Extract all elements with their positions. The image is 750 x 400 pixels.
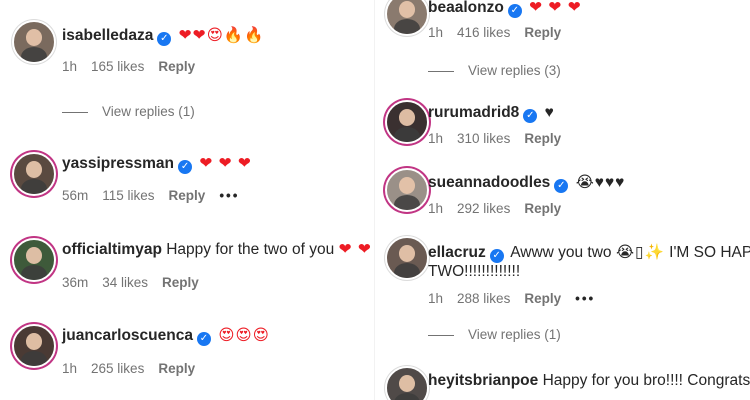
like-count[interactable]: 310 likes (457, 131, 510, 146)
emoji-text: 😭▯✨ (615, 244, 665, 261)
reply-button[interactable]: Reply (524, 25, 561, 40)
avatar[interactable] (12, 20, 56, 64)
reply-button[interactable]: Reply (169, 188, 206, 203)
comment-meta: 1h 310 likes Reply (428, 130, 575, 148)
avatar[interactable] (385, 236, 429, 280)
username[interactable]: officialtimyap (62, 241, 162, 258)
view-replies-label: View replies (3) (468, 63, 561, 78)
comment-line: ellacruz✓ Awww you two 😭▯✨ I'M SO HAPPY … (428, 243, 750, 263)
comment-meta: 56m 115 likes Reply ••• (62, 187, 254, 205)
comment-line: juancarloscuenca ✓ 😍😍😍 (62, 326, 270, 346)
comment-line: rurumadrid8 ✓ ♥ (428, 103, 555, 123)
comment-meta: 1h 165 likes Reply (62, 58, 209, 76)
verified-badge-icon: ✓ (523, 109, 538, 123)
replies-dash-icon (62, 111, 88, 113)
reply-button[interactable]: Reply (524, 201, 561, 216)
comment-line: yassipressman ✓ ❤ ❤ ❤ (62, 154, 252, 174)
timestamp: 1h (428, 291, 444, 306)
like-count[interactable]: 416 likes (457, 25, 510, 40)
comment-line: heyitsbrianpoe Happy for you bro!!!! Con… (428, 371, 750, 391)
comments-column-left: isabelledaza ✓ ❤❤😍🔥🔥 1h 165 likes Reply Vie… (0, 0, 375, 400)
more-options-icon[interactable]: ••• (575, 291, 595, 306)
emoji-text: ❤ ❤ ❤ (338, 241, 375, 258)
comment-line-continued: TWO!!!!!!!!!!!!! (428, 262, 520, 282)
username[interactable]: rurumadrid8 (428, 104, 519, 121)
view-replies-button[interactable]: View replies (3) (428, 62, 561, 80)
reply-button[interactable]: Reply (162, 275, 199, 290)
verified-badge-icon: ✓ (489, 249, 504, 263)
view-replies-label: View replies (1) (468, 327, 561, 342)
username[interactable]: juancarloscuenca (62, 327, 193, 344)
verified-badge-icon: ✓ (507, 4, 522, 18)
verified-badge-icon: ✓ (157, 32, 172, 46)
view-replies-label: View replies (1) (102, 104, 195, 119)
timestamp: 1h (428, 131, 444, 146)
verified-badge-icon: ✓ (196, 332, 211, 346)
reply-button[interactable]: Reply (524, 291, 561, 306)
avatar[interactable] (385, 100, 429, 144)
comment-meta: 1h 416 likes Reply (428, 24, 575, 42)
comment-meta: 1h 288 likes Reply ••• (428, 290, 609, 308)
comment-line: isabelledaza ✓ ❤❤😍🔥🔥 (62, 26, 264, 46)
comment-text: I'M SO HAPPY FOR YOU (669, 244, 750, 261)
comment-text: Awww you two (510, 244, 612, 261)
timestamp: 56m (62, 188, 89, 203)
avatar[interactable] (12, 238, 56, 282)
emoji-text: ❤ ❤ ❤ (199, 155, 252, 172)
username[interactable]: yassipressman (62, 155, 174, 172)
emoji-text: ♥ (544, 104, 555, 121)
verified-badge-icon: ✓ (554, 179, 569, 193)
emoji-text: ❤❤😍🔥🔥 (178, 27, 265, 44)
emoji-text: ❤ ❤ ❤ (529, 0, 582, 16)
timestamp: 1h (428, 201, 444, 216)
comment-meta: 1h 265 likes Reply (62, 360, 209, 378)
view-replies-button[interactable]: View replies (1) (62, 103, 195, 121)
timestamp: 36m (62, 275, 89, 290)
username[interactable]: isabelledaza (62, 27, 153, 44)
emoji-text: 😭♥♥♥ (575, 174, 626, 191)
username[interactable]: sueannadoodles (428, 174, 550, 191)
verified-badge-icon: ✓ (178, 160, 193, 174)
comment-line: beaalonzo ✓ ❤ ❤ ❤ (428, 0, 582, 18)
comment-meta: 1h 292 likes Reply (428, 200, 575, 218)
comment-text: Happy for you bro!!!! Congrats!!!! (542, 372, 750, 389)
comment-line: sueannadoodles ✓ 😭♥♥♥ (428, 173, 625, 193)
avatar[interactable] (12, 152, 56, 196)
reply-button[interactable]: Reply (524, 131, 561, 146)
like-count[interactable]: 288 likes (457, 291, 510, 306)
username[interactable]: beaalonzo (428, 0, 504, 16)
comment-meta: 36m 34 likes Reply (62, 274, 213, 292)
like-count[interactable]: 292 likes (457, 201, 510, 216)
reply-button[interactable]: Reply (158, 361, 195, 376)
comment-line: officialtimyap Happy for the two of you … (62, 240, 375, 260)
like-count[interactable]: 265 likes (91, 361, 144, 376)
avatar[interactable] (385, 0, 429, 36)
like-count[interactable]: 34 likes (102, 275, 148, 290)
view-replies-button[interactable]: View replies (1) (428, 326, 561, 344)
avatar[interactable] (385, 168, 429, 212)
replies-dash-icon (428, 334, 454, 336)
comment-text: TWO!!!!!!!!!!!!! (428, 263, 521, 280)
avatar[interactable] (385, 366, 429, 400)
avatar[interactable] (12, 324, 56, 368)
timestamp: 1h (62, 361, 78, 376)
comments-column-right: beaalonzo ✓ ❤ ❤ ❤ 1h 416 likes Reply View r… (375, 0, 750, 400)
like-count[interactable]: 165 likes (91, 59, 144, 74)
timestamp: 1h (428, 25, 444, 40)
like-count[interactable]: 115 likes (102, 188, 154, 203)
emoji-text: 😍😍😍 (218, 327, 270, 344)
username[interactable]: ellacruz (428, 244, 486, 261)
username[interactable]: heyitsbrianpoe (428, 372, 538, 389)
comment-text: Happy for the two of you (166, 241, 335, 258)
reply-button[interactable]: Reply (158, 59, 195, 74)
more-options-icon[interactable]: ••• (219, 188, 239, 203)
timestamp: 1h (62, 59, 78, 74)
replies-dash-icon (428, 70, 454, 72)
